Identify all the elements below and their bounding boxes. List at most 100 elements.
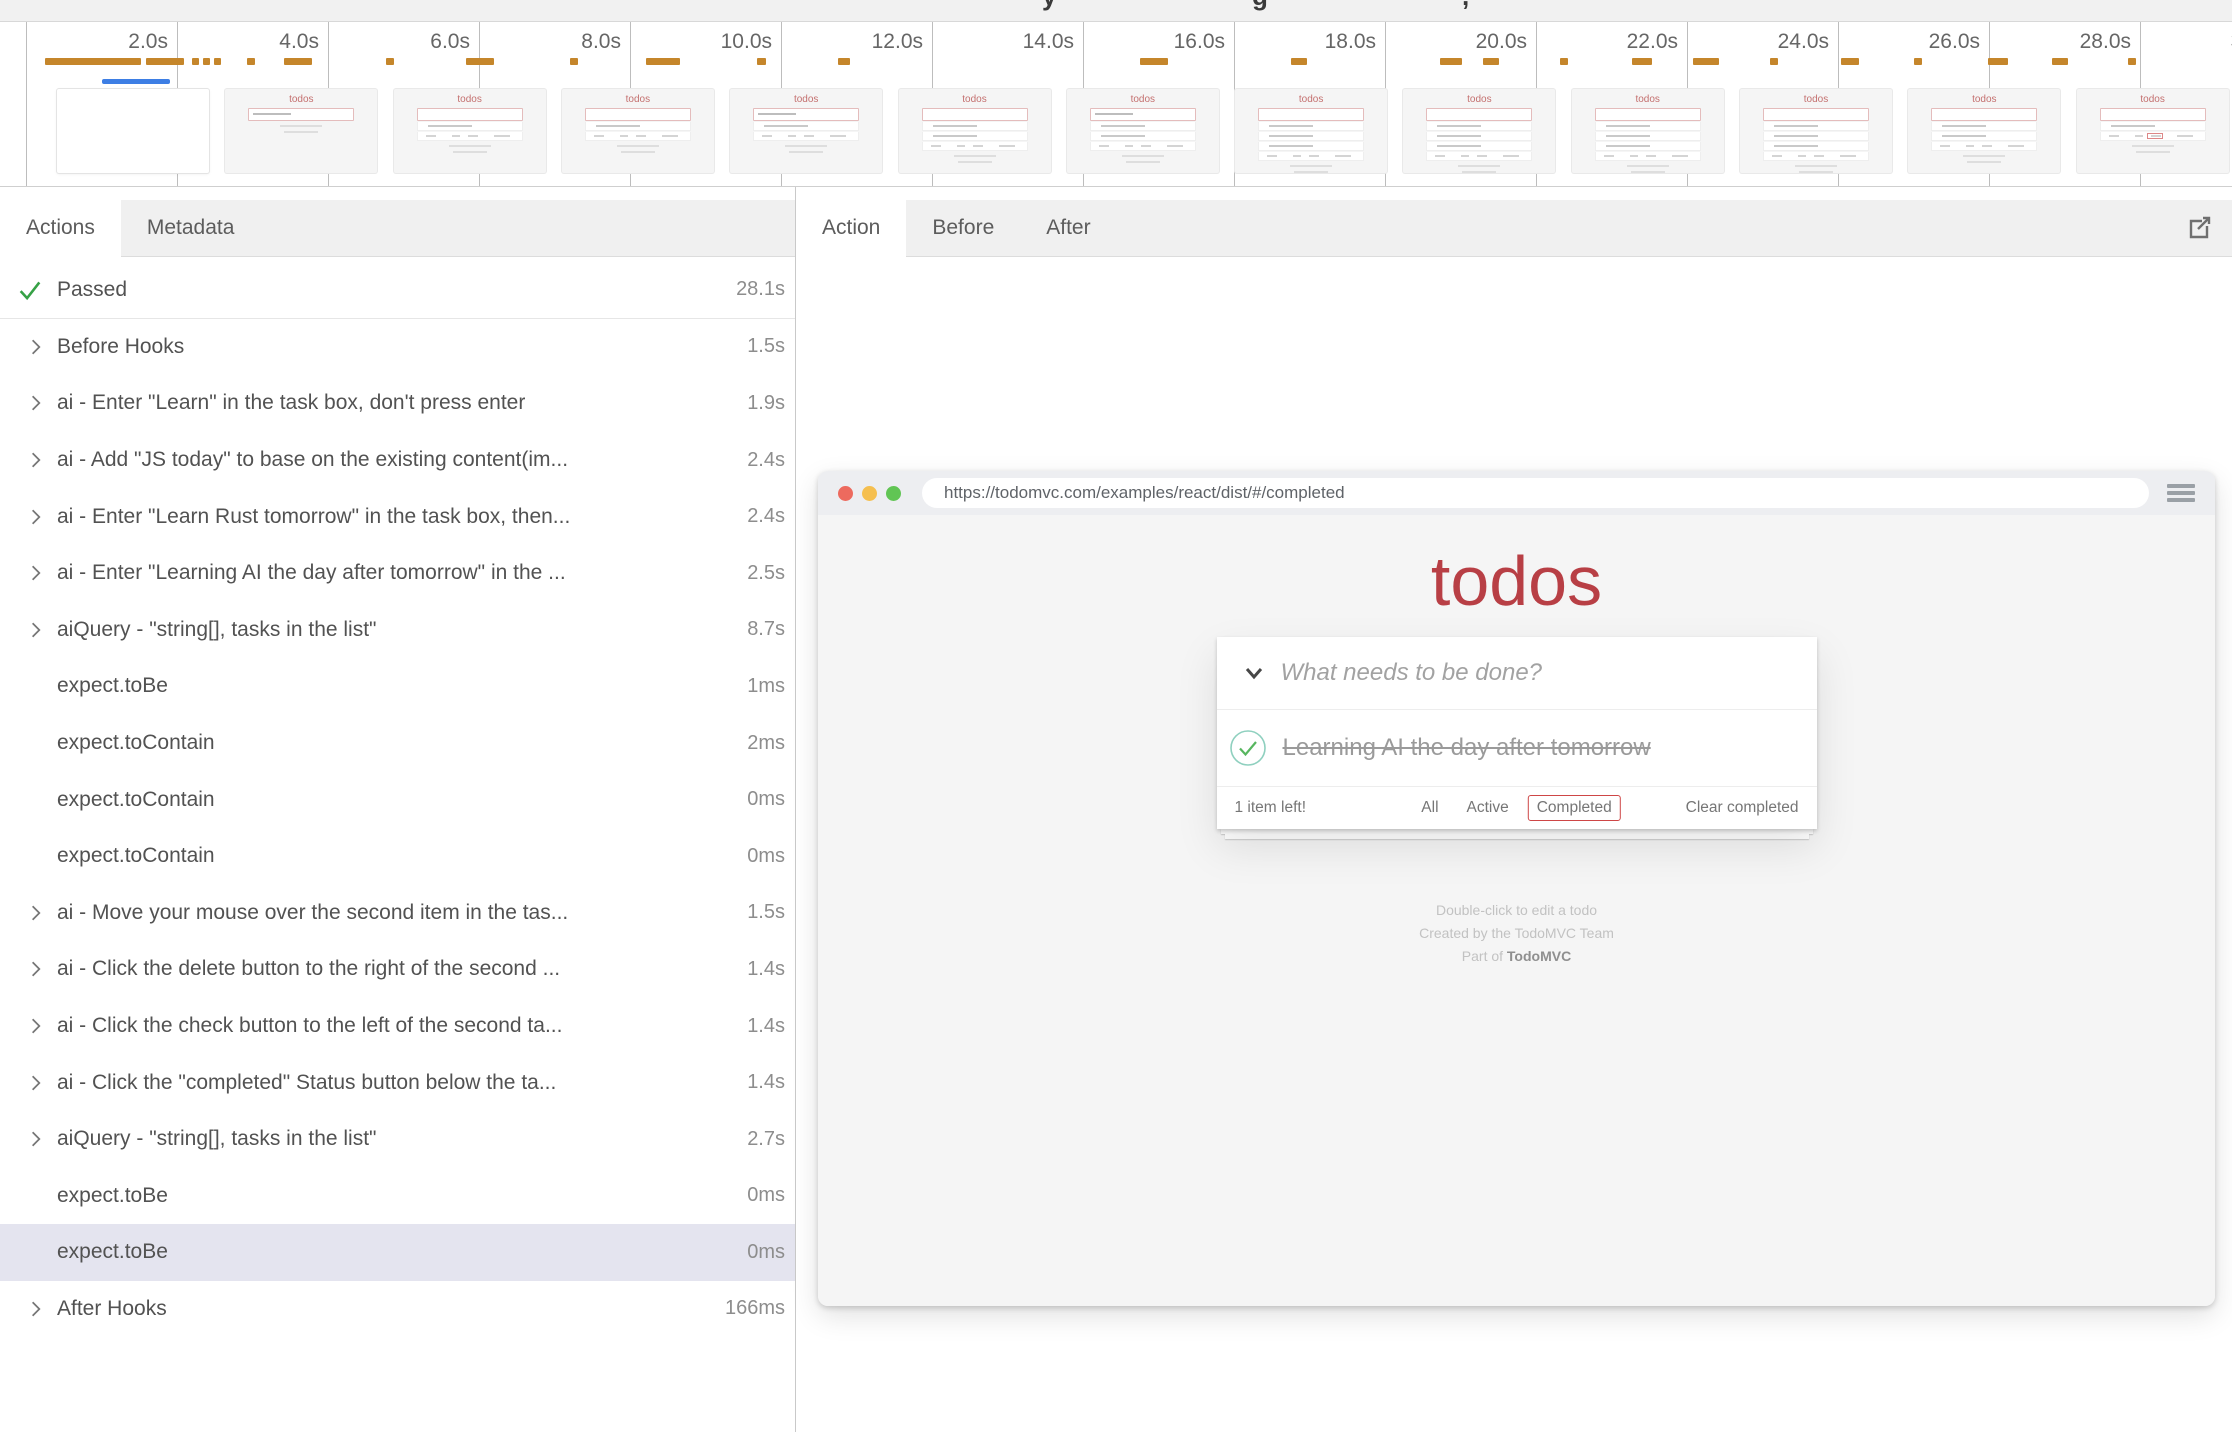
action-row[interactable]: ai - Enter "Learning AI the day after to… [0, 545, 795, 602]
open-snapshot-button[interactable] [2182, 211, 2216, 245]
activity-mark [757, 58, 766, 65]
action-row[interactable]: ai - Click the check button to the left … [0, 998, 795, 1055]
chevron-right-icon[interactable] [24, 1071, 47, 1094]
action-row[interactable]: ai - Enter "Learn Rust tomorrow" in the … [0, 488, 795, 545]
action-duration: 166ms [725, 1297, 785, 1320]
chevron-right-icon[interactable] [24, 958, 47, 981]
thumbnail-todos-title: todos [899, 94, 1051, 105]
action-label: Passed [57, 278, 127, 302]
clipped-title-fragment: y [1042, 0, 1056, 12]
action-label: expect.toContain [57, 844, 215, 868]
tab-action[interactable]: Action [796, 200, 906, 257]
timeline-tick-label: 22.0s [1627, 30, 1678, 54]
timeline-ruler[interactable]: 2.0s4.0s6.0s8.0s10.0s12.0s14.0s16.0s18.0… [0, 22, 2232, 187]
todomvc-info-footer: Double-click to edit a todo Created by t… [818, 899, 2215, 968]
filmstrip-thumbnail[interactable]: todos [1403, 89, 1555, 173]
action-label: ai - Click the delete button to the righ… [57, 957, 560, 981]
filmstrip-thumbnail[interactable]: todos [394, 89, 546, 173]
thumbnail-input-box [1090, 108, 1196, 121]
browser-menu-icon[interactable] [2167, 481, 2195, 506]
filter-all[interactable]: All [1412, 795, 1447, 821]
thumbnail-todo-line [2100, 122, 2206, 131]
toggle-all-chevron-down-icon[interactable] [1233, 660, 1275, 686]
action-row[interactable]: After Hooks166ms [0, 1281, 795, 1338]
filmstrip-thumbnail[interactable]: todos [730, 89, 882, 173]
filmstrip-thumbnail[interactable]: todos [899, 89, 1051, 173]
action-row[interactable]: ai - Click the delete button to the righ… [0, 941, 795, 998]
thumbnail-input-box [922, 108, 1028, 121]
chevron-right-icon[interactable] [24, 901, 47, 924]
chevron-right-icon[interactable] [24, 335, 47, 358]
filmstrip-thumbnail[interactable]: todos [562, 89, 714, 173]
thumbnail-todo-line [922, 122, 1028, 131]
action-row[interactable]: ai - Enter "Learn" in the task box, don'… [0, 375, 795, 432]
chevron-right-icon[interactable] [24, 562, 47, 585]
action-row[interactable]: Passed28.1s [0, 262, 795, 319]
action-row[interactable]: expect.toContain2ms [0, 715, 795, 772]
todo-footer: 1 item left! All Active Completed Clear … [1217, 787, 1817, 829]
action-label: ai - Click the check button to the left … [57, 1014, 562, 1038]
todo-checked-icon[interactable] [1229, 729, 1267, 767]
filmstrip-thumbnail[interactable]: todos [2077, 89, 2229, 173]
todo-item-label: Learning AI the day after tomorrow [1283, 734, 1651, 762]
action-duration: 2.5s [747, 562, 785, 585]
action-row[interactable]: expect.toContain0ms [0, 828, 795, 885]
chevron-right-icon[interactable] [24, 1297, 47, 1320]
chevron-right-icon[interactable] [24, 449, 47, 472]
thumbnail-filter-bar [2100, 132, 2206, 141]
info-line: Created by the TodoMVC Team [818, 922, 2215, 945]
address-bar[interactable]: https://todomvc.com/examples/react/dist/… [922, 478, 2149, 508]
action-row[interactable]: Before Hooks1.5s [0, 319, 795, 376]
clipped-title-fragment: g [1252, 0, 1268, 12]
timeline-tick-label: 28.0s [2080, 30, 2131, 54]
timeline-tick-label: 20.0s [1476, 30, 1527, 54]
tab-before[interactable]: Before [906, 200, 1020, 256]
timeline-tick-label: 2.0s [128, 30, 168, 54]
filmstrip-thumbnail[interactable]: todos [1908, 89, 2060, 173]
action-row[interactable]: expect.toBe1ms [0, 658, 795, 715]
activity-mark [2128, 58, 2136, 65]
tab-after[interactable]: After [1020, 200, 1116, 256]
filmstrip-thumbnail[interactable]: todos [1235, 89, 1387, 173]
chevron-right-icon[interactable] [24, 392, 47, 415]
action-duration: 1.5s [747, 335, 785, 358]
action-row[interactable]: ai - Add "JS today" to base on the exist… [0, 432, 795, 489]
filmstrip-thumbnail[interactable] [57, 89, 209, 173]
main-split: Actions Metadata Passed28.1sBefore Hooks… [0, 187, 2232, 1432]
filmstrip-thumbnail[interactable]: todos [225, 89, 377, 173]
action-row[interactable]: ai - Move your mouse over the second ite… [0, 885, 795, 942]
thumbnail-todo-line [1090, 122, 1196, 131]
thumbnail-todos-title: todos [1908, 94, 2060, 105]
clear-completed-button[interactable]: Clear completed [1686, 799, 1799, 817]
chevron-right-icon[interactable] [24, 505, 47, 528]
thumbnail-filter-bar [922, 142, 1028, 151]
timeline-tick-label: 14.0s [1023, 30, 1074, 54]
thumbnail-input-text [253, 113, 291, 115]
filmstrip-thumbnail[interactable]: todos [1572, 89, 1724, 173]
filmstrip-thumbnail[interactable]: todos [1740, 89, 1892, 173]
actions-panel: Actions Metadata Passed28.1sBefore Hooks… [0, 187, 796, 1432]
action-row[interactable]: expect.toBe0ms [0, 1168, 795, 1225]
tab-actions[interactable]: Actions [0, 200, 121, 257]
tab-metadata[interactable]: Metadata [121, 200, 261, 256]
chevron-right-icon[interactable] [24, 1128, 47, 1151]
action-row[interactable]: expect.toContain0ms [0, 771, 795, 828]
filmstrip-thumbnail[interactable]: todos [1067, 89, 1219, 173]
action-row[interactable]: expect.toBe0ms [0, 1224, 795, 1281]
thumbnail-todos-title: todos [1067, 94, 1219, 105]
filter-active[interactable]: Active [1458, 795, 1518, 821]
thumbnail-todo-line [1426, 142, 1532, 151]
chevron-right-icon[interactable] [24, 1015, 47, 1038]
thumbnail-todo-line [1258, 142, 1364, 151]
activity-mark [1560, 58, 1568, 65]
filter-completed[interactable]: Completed [1528, 795, 1621, 821]
todomvc-link[interactable]: TodoMVC [1507, 948, 1571, 964]
action-label: expect.toContain [57, 731, 215, 755]
chevron-right-icon[interactable] [24, 618, 47, 641]
action-row[interactable]: aiQuery - "string[], tasks in the list"8… [0, 602, 795, 659]
new-todo-placeholder[interactable]: What needs to be done? [1281, 659, 1543, 687]
action-row[interactable]: ai - Click the "completed" Status button… [0, 1054, 795, 1111]
action-row[interactable]: aiQuery - "string[], tasks in the list"2… [0, 1111, 795, 1168]
timeline-gridline [26, 22, 27, 186]
card-stack-sheet [1225, 834, 1809, 839]
